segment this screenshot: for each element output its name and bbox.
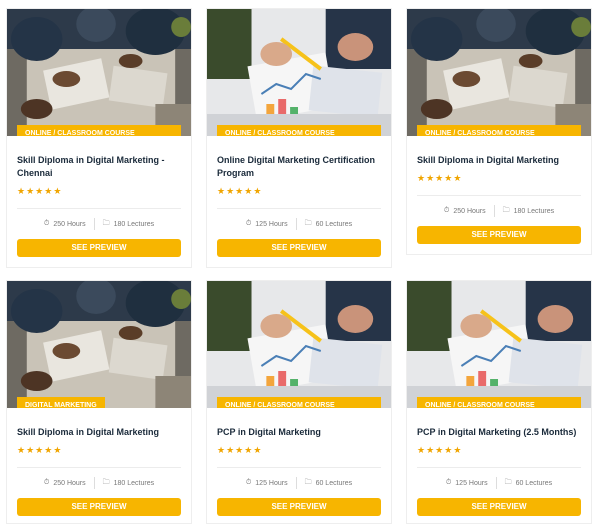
star-icon: ★ [226, 186, 235, 196]
clock-icon: ⏱ [445, 479, 452, 486]
course-card[interactable]: ONLINE / CLASSROOM COURSE PCP in Digital… [406, 280, 592, 524]
course-title[interactable]: Skill Diploma in Digital Marketing [17, 426, 181, 439]
category-badge: ONLINE / CLASSROOM COURSE [417, 397, 581, 408]
course-title[interactable]: PCP in Digital Marketing [217, 426, 381, 439]
clock-icon: ⏱ [443, 207, 450, 214]
rating-stars: ★ ★ ★ ★ ★ [17, 445, 191, 455]
category-badge: DIGITAL MARKETING [17, 397, 105, 408]
course-image[interactable]: ONLINE / CLASSROOM COURSE [7, 9, 191, 136]
star-icon: ★ [426, 173, 435, 183]
rating-stars: ★ ★ ★ ★ ★ [217, 186, 391, 196]
category-badge: ONLINE / CLASSROOM COURSE [217, 125, 381, 136]
course-image[interactable]: ONLINE / CLASSROOM COURSE [407, 9, 591, 136]
clock-icon: ⏱ [43, 479, 50, 486]
star-icon: ★ [26, 186, 35, 196]
lectures-text: 180 Lectures [113, 220, 155, 228]
course-meta: ⏱ 125 Hours 🗀 60 Lectures [207, 209, 391, 239]
lectures-text: 180 Lectures [513, 207, 555, 215]
star-icon: ★ [417, 445, 426, 455]
star-icon: ★ [435, 445, 444, 455]
category-badge: ONLINE / CLASSROOM COURSE [417, 125, 581, 136]
lectures-text: 60 Lectures [315, 479, 353, 487]
course-meta: ⏱ 125 Hours 🗀 60 Lectures [207, 468, 391, 498]
course-image[interactable]: ONLINE / CLASSROOM COURSE [407, 281, 591, 408]
clock-icon: ⏱ [245, 479, 252, 486]
hours-text: 250 Hours [453, 207, 486, 215]
course-image[interactable]: ONLINE / CLASSROOM COURSE [207, 281, 391, 408]
course-card[interactable]: ONLINE / CLASSROOM COURSE Skill Diploma … [406, 8, 592, 255]
see-preview-button[interactable]: SEE PREVIEW [217, 498, 381, 516]
star-icon: ★ [217, 186, 226, 196]
star-icon: ★ [44, 186, 53, 196]
course-card[interactable]: DIGITAL MARKETING Skill Diploma in Digit… [6, 280, 192, 524]
see-preview-button[interactable]: SEE PREVIEW [417, 498, 581, 516]
hours-text: 250 Hours [53, 479, 86, 487]
course-image[interactable]: DIGITAL MARKETING [7, 281, 191, 408]
course-card[interactable]: ONLINE / CLASSROOM COURSE Online Digital… [206, 8, 392, 268]
star-icon: ★ [426, 445, 435, 455]
course-meta: ⏱ 250 Hours 🗀 180 Lectures [7, 209, 191, 239]
star-icon: ★ [17, 186, 26, 196]
star-icon: ★ [453, 173, 462, 183]
folder-icon: 🗀 [304, 219, 312, 227]
rating-stars: ★ ★ ★ ★ ★ [417, 173, 591, 183]
hours-text: 125 Hours [255, 479, 288, 487]
folder-icon: 🗀 [502, 206, 510, 214]
star-icon: ★ [244, 445, 253, 455]
folder-icon: 🗀 [102, 219, 110, 227]
rating-stars: ★ ★ ★ ★ ★ [417, 445, 591, 455]
course-meta: ⏱ 125 Hours 🗀 60 Lectures [407, 468, 591, 498]
star-icon: ★ [17, 445, 26, 455]
course-image[interactable]: ONLINE / CLASSROOM COURSE [207, 9, 391, 136]
category-badge: ONLINE / CLASSROOM COURSE [17, 125, 181, 136]
star-icon: ★ [26, 445, 35, 455]
rating-stars: ★ ★ ★ ★ ★ [17, 186, 191, 196]
course-meta: ⏱ 250 Hours 🗀 180 Lectures [407, 196, 591, 226]
star-icon: ★ [444, 173, 453, 183]
course-meta: ⏱ 250 Hours 🗀 180 Lectures [7, 468, 191, 498]
see-preview-button[interactable]: SEE PREVIEW [17, 498, 181, 516]
star-icon: ★ [35, 445, 44, 455]
folder-icon: 🗀 [504, 478, 512, 486]
star-icon: ★ [444, 445, 453, 455]
clock-icon: ⏱ [245, 220, 252, 227]
star-icon: ★ [44, 445, 53, 455]
lectures-text: 60 Lectures [515, 479, 553, 487]
course-card[interactable]: ONLINE / CLASSROOM COURSE Skill Diploma … [6, 8, 192, 268]
course-title[interactable]: Skill Diploma in Digital Marketing - Che… [17, 154, 181, 180]
see-preview-button[interactable]: SEE PREVIEW [217, 239, 381, 257]
hours-text: 250 Hours [53, 220, 86, 228]
hours-text: 125 Hours [455, 479, 488, 487]
star-icon: ★ [453, 445, 462, 455]
see-preview-button[interactable]: SEE PREVIEW [17, 239, 181, 257]
star-icon: ★ [53, 445, 62, 455]
star-icon: ★ [435, 173, 444, 183]
lectures-text: 180 Lectures [113, 479, 155, 487]
star-icon: ★ [235, 445, 244, 455]
category-badge: ONLINE / CLASSROOM COURSE [217, 397, 381, 408]
star-icon: ★ [35, 186, 44, 196]
star-icon: ★ [226, 445, 235, 455]
course-title[interactable]: Online Digital Marketing Certification P… [217, 154, 381, 180]
star-icon: ★ [253, 445, 262, 455]
star-icon: ★ [244, 186, 253, 196]
star-icon: ★ [217, 445, 226, 455]
folder-icon: 🗀 [102, 478, 110, 486]
course-card[interactable]: ONLINE / CLASSROOM COURSE PCP in Digital… [206, 280, 392, 524]
lectures-text: 60 Lectures [315, 220, 353, 228]
star-icon: ★ [417, 173, 426, 183]
star-icon: ★ [253, 186, 262, 196]
hours-text: 125 Hours [255, 220, 288, 228]
star-icon: ★ [53, 186, 62, 196]
folder-icon: 🗀 [304, 478, 312, 486]
clock-icon: ⏱ [43, 220, 50, 227]
star-icon: ★ [235, 186, 244, 196]
course-title[interactable]: Skill Diploma in Digital Marketing [417, 154, 581, 167]
course-title[interactable]: PCP in Digital Marketing (2.5 Months) [417, 426, 581, 439]
see-preview-button[interactable]: SEE PREVIEW [417, 226, 581, 244]
rating-stars: ★ ★ ★ ★ ★ [217, 445, 391, 455]
